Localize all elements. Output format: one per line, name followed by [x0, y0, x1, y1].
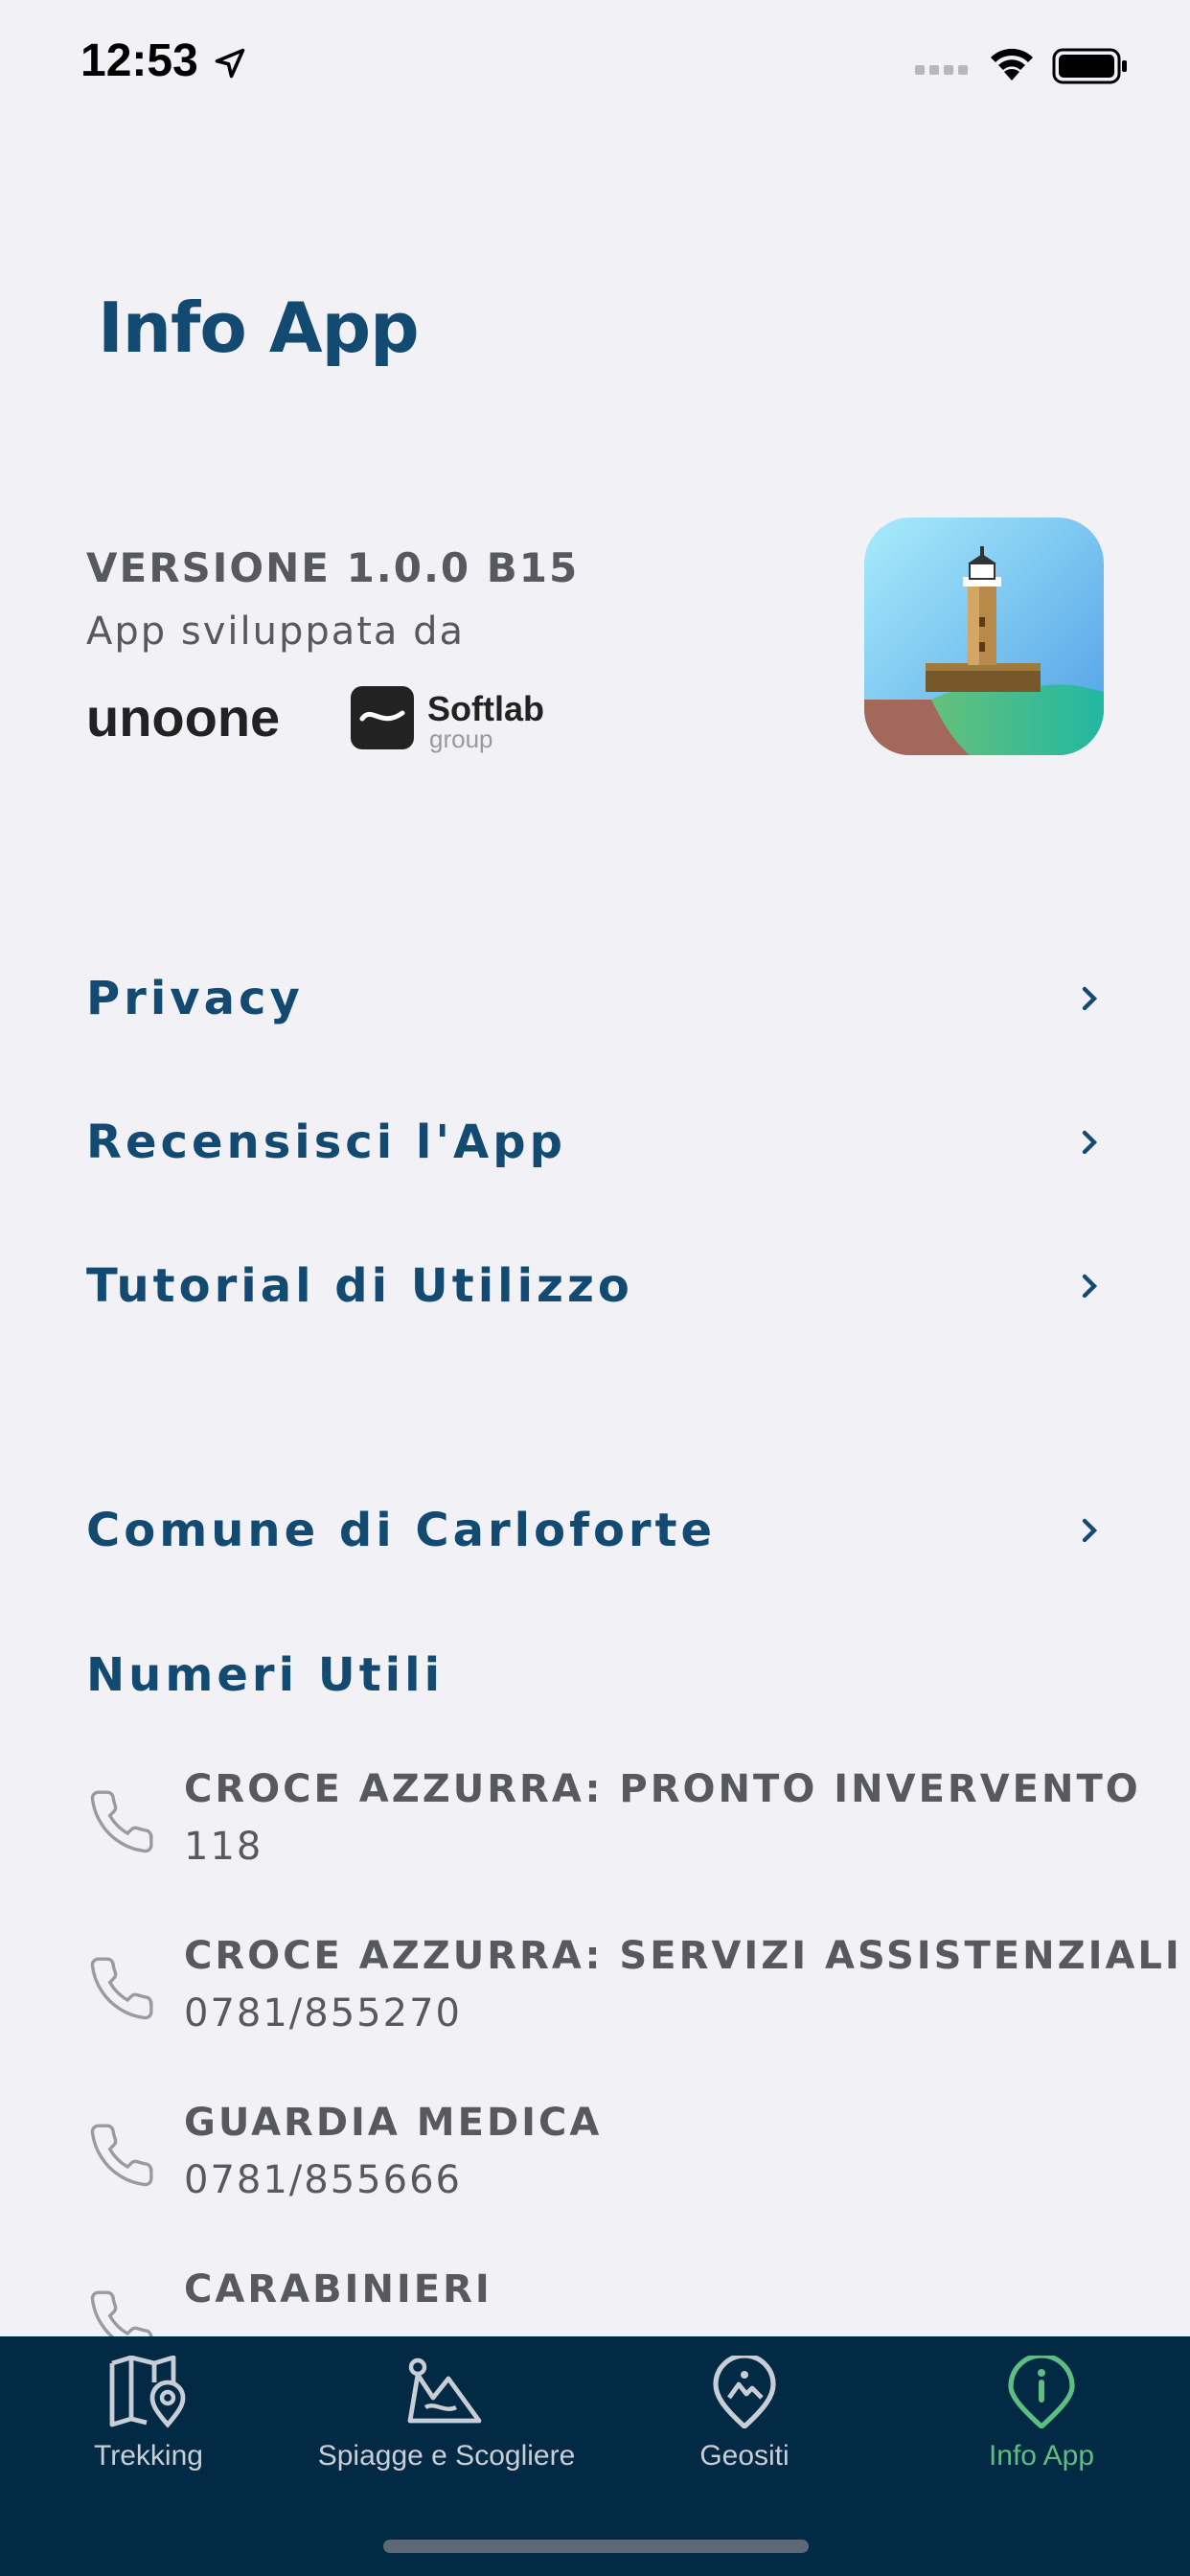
tab-label: Trekking	[94, 2440, 203, 2472]
cellular-signal-icon	[915, 65, 968, 75]
app-icon	[864, 518, 1104, 755]
menu-item-tutorial[interactable]: Tutorial di Utilizzo	[86, 1243, 1104, 1329]
battery-icon	[1052, 48, 1127, 84]
svg-text:group: group	[429, 724, 493, 753]
status-time: 12:53	[80, 35, 198, 86]
contact-name: CROCE AZZURRA: SERVIZI ASSISTENZIALI	[184, 1934, 1182, 1978]
phone-icon	[90, 1790, 153, 1853]
page-title: Info App	[98, 288, 420, 368]
contact-number: 0781/855666	[184, 2158, 462, 2202]
svg-text:unoone: unoone	[86, 690, 280, 748]
contact-item[interactable]: CROCE AZZURRA: PRONTO INVERVENTO 118	[86, 1767, 1138, 1892]
contact-number: 0781/855270	[184, 1991, 462, 2036]
svg-text:Softlab: Softlab	[427, 689, 544, 728]
contact-number: 118	[184, 1825, 263, 1869]
menu-item-label: Comune di Carloforte	[86, 1504, 717, 1557]
tab-info-app[interactable]: Info App	[898, 2356, 1185, 2518]
tab-label: Geositi	[699, 2440, 790, 2472]
tab-label: Info App	[988, 2440, 1095, 2472]
developed-by-label: App sviluppata da	[86, 610, 466, 654]
menu-item-review-app[interactable]: Recensisci l'App	[86, 1099, 1104, 1185]
home-indicator[interactable]	[383, 2540, 809, 2553]
tab-label: Spiagge e Scogliere	[317, 2440, 576, 2472]
menu-item-comune[interactable]: Comune di Carloforte	[86, 1487, 1104, 1574]
location-mountain-icon	[713, 2356, 776, 2428]
menu-item-privacy[interactable]: Privacy	[86, 955, 1104, 1042]
menu-item-label: Tutorial di Utilizzo	[86, 1259, 633, 1313]
chevron-right-icon	[1082, 986, 1098, 1011]
contact-item[interactable]: GUARDIA MEDICA 0781/855666	[86, 2101, 1104, 2225]
chevron-right-icon	[1082, 1274, 1098, 1299]
map-pin-icon	[109, 2356, 186, 2428]
contact-name: CARABINIERI	[184, 2267, 492, 2312]
menu-item-label: Privacy	[86, 972, 304, 1025]
contact-name: CROCE AZZURRA: PRONTO INVERVENTO	[184, 1767, 1141, 1811]
tab-geositi[interactable]: Geositi	[601, 2356, 888, 2518]
contact-item[interactable]: CROCE AZZURRA: SERVIZI ASSISTENZIALI 078…	[86, 1934, 1179, 2058]
phone-icon	[90, 1957, 153, 2020]
phone-icon	[90, 2124, 153, 2187]
chevron-right-icon	[1082, 1130, 1098, 1155]
wifi-icon	[991, 48, 1033, 80]
chevron-right-icon	[1082, 1518, 1098, 1543]
status-bar: 12:53	[0, 0, 1190, 126]
unoone-logo: unoone	[86, 690, 280, 748]
tab-spiagge[interactable]: Spiagge e Scogliere	[303, 2356, 590, 2518]
contact-name: GUARDIA MEDICA	[184, 2101, 603, 2145]
version-label: VERSIONE 1.0.0 B15	[86, 544, 580, 591]
tab-trekking[interactable]: Trekking	[5, 2356, 292, 2518]
menu-item-label: Recensisci l'App	[86, 1116, 566, 1169]
useful-numbers-title: Numeri Utili	[86, 1648, 445, 1702]
info-icon	[1008, 2356, 1075, 2428]
softlab-logo: Softlab group	[351, 686, 544, 753]
location-arrow-icon	[215, 48, 245, 79]
beach-icon	[407, 2358, 482, 2424]
